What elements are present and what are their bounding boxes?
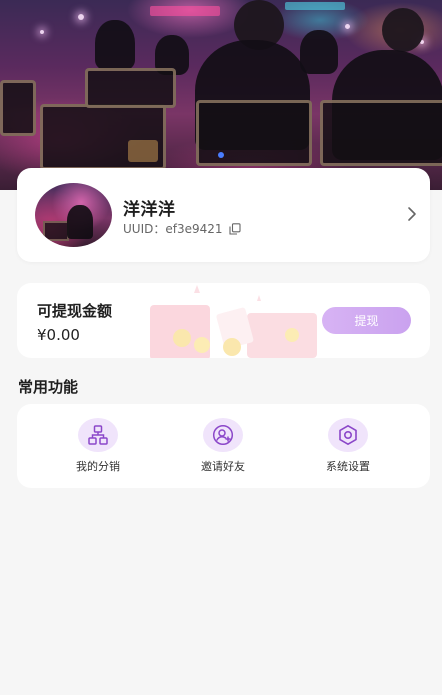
crowd-figure	[300, 30, 338, 74]
distribution-icon	[88, 425, 108, 445]
func-label: 我的分销	[76, 460, 120, 473]
section-title-common-functions: 常用功能	[18, 378, 79, 396]
withdraw-amount: ¥0.00	[37, 326, 80, 344]
settings-hexagon-icon	[339, 425, 357, 445]
func-label: 系统设置	[326, 460, 370, 473]
uuid-row: UUID： ef3e9421	[123, 220, 241, 237]
person-head	[382, 8, 424, 52]
func-icon-bg	[78, 418, 118, 452]
func-item-system-settings[interactable]: 系统设置	[298, 418, 398, 480]
withdraw-button[interactable]: 提现	[322, 307, 411, 334]
func-label: 邀请好友	[201, 460, 245, 473]
neon-sign	[150, 6, 220, 16]
invite-friend-icon	[212, 424, 234, 446]
withdraw-title: 可提现金额	[37, 302, 113, 320]
functions-card: 我的分销 邀请好友 系统设置	[17, 404, 430, 488]
func-item-invite-friends[interactable]: 邀请好友	[173, 418, 273, 480]
chevron-right-icon[interactable]	[406, 206, 418, 222]
beach-chair	[0, 80, 36, 136]
copy-icon[interactable]	[228, 222, 241, 235]
cup	[128, 140, 158, 162]
func-icon-bg	[328, 418, 368, 452]
string-light	[78, 14, 84, 20]
withdraw-card: 可提现金额 ¥0.00 提现	[17, 283, 430, 358]
func-icon-bg	[203, 418, 243, 452]
string-light	[40, 30, 44, 34]
beach-chair	[320, 100, 442, 166]
avatar[interactable]	[35, 183, 112, 247]
username: 洋洋洋	[123, 200, 176, 220]
uuid-label: UUID：	[123, 222, 166, 236]
avatar-photo-person	[67, 205, 93, 239]
beach-chair	[196, 100, 312, 166]
profile-card[interactable]: 洋洋洋 UUID： ef3e9421	[17, 168, 430, 262]
uuid-value: ef3e9421	[165, 221, 223, 236]
crowd-figure	[95, 20, 135, 70]
string-light	[345, 24, 350, 29]
carousel-indicator-dot	[218, 152, 224, 158]
neon-sign	[285, 2, 345, 10]
func-item-my-distribution[interactable]: 我的分销	[48, 418, 148, 480]
header-banner-photo	[0, 0, 442, 190]
avatar-photo-chair	[43, 221, 69, 241]
beach-chair	[85, 68, 176, 108]
coins-deco-icon	[150, 285, 317, 358]
